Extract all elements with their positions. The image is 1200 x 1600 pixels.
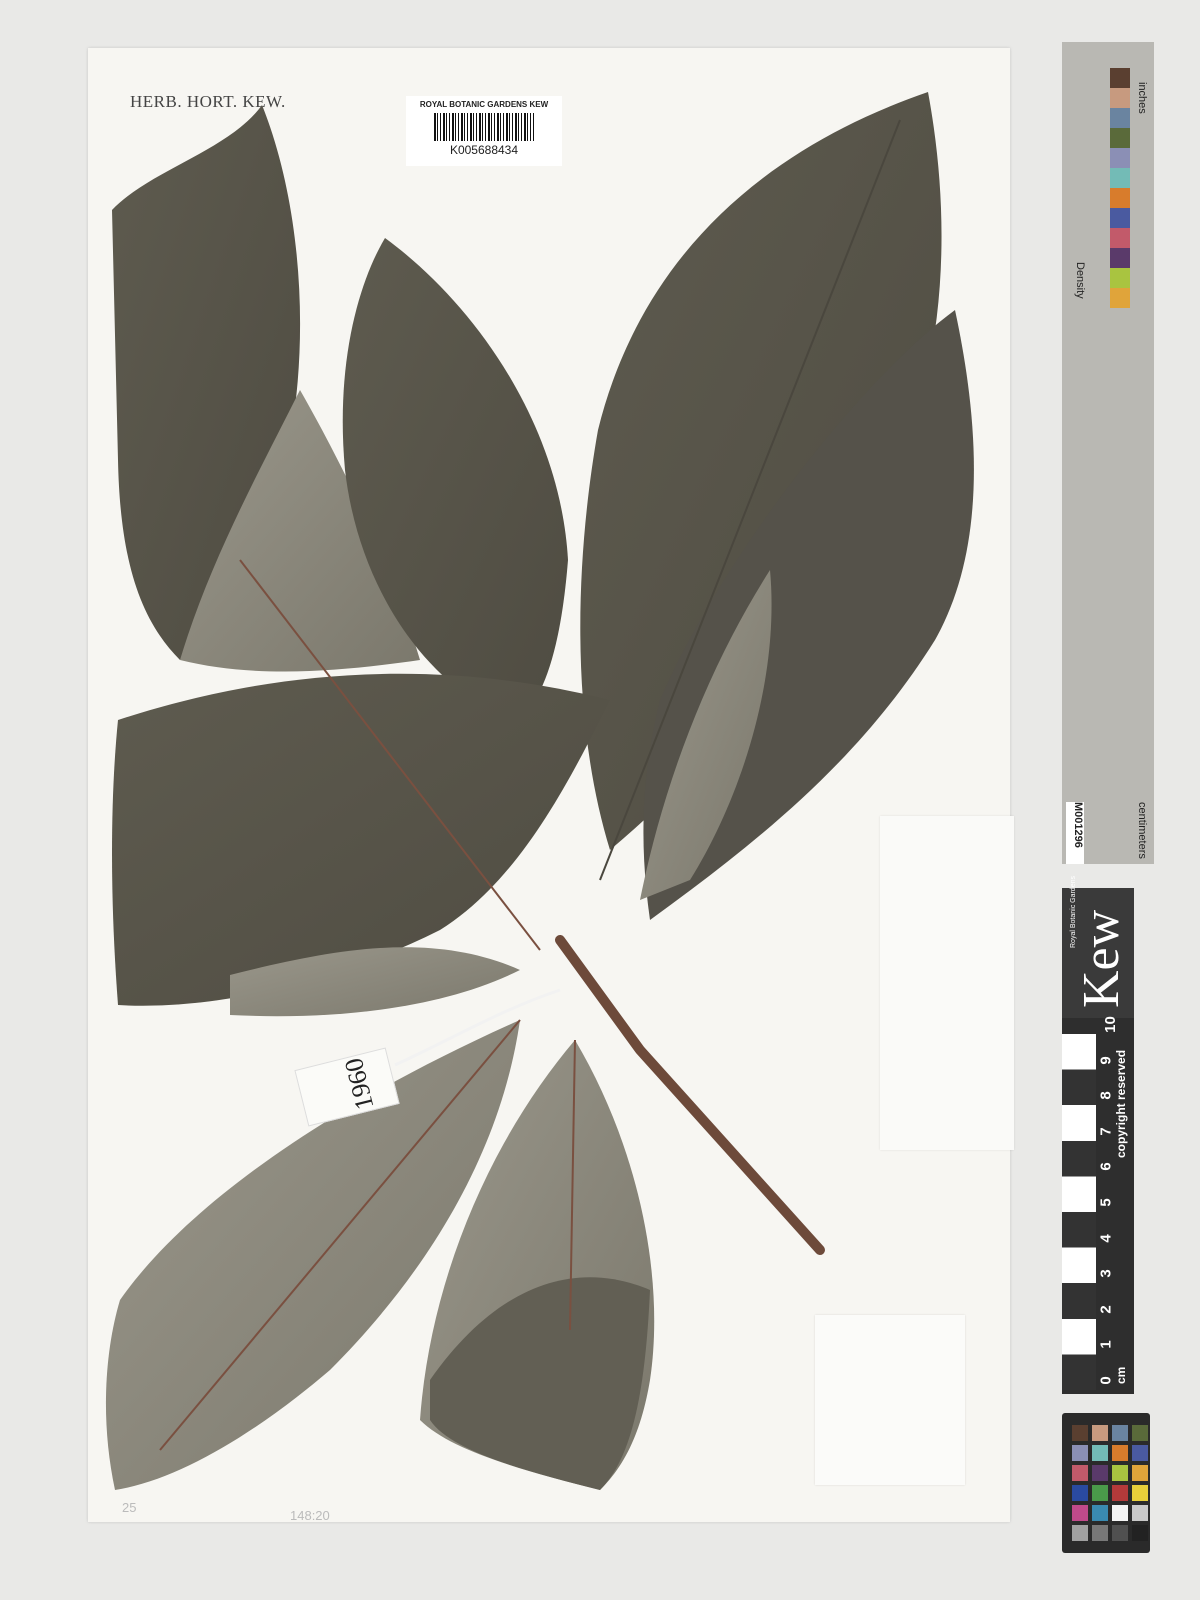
plant-specimen — [105, 92, 974, 1490]
checker-cell — [1072, 1485, 1088, 1501]
strip-patch — [1110, 188, 1130, 208]
checker-cell — [1112, 1445, 1128, 1461]
checker-cell — [1112, 1525, 1128, 1541]
checker-cell — [1092, 1505, 1108, 1521]
checker-cell — [1132, 1525, 1148, 1541]
checker-cell — [1112, 1485, 1128, 1501]
kew-tick-3: 3 — [1097, 1269, 1115, 1278]
kew-tick-2: 2 — [1097, 1305, 1115, 1314]
checker-cell — [1112, 1425, 1128, 1441]
kew-copyright: copyright reserved — [1114, 1049, 1128, 1158]
checker-cell — [1132, 1485, 1148, 1501]
checker-cell — [1072, 1425, 1088, 1441]
strip-cm-label: centimeters — [1136, 802, 1148, 859]
kew-ruler — [1062, 1034, 1096, 1390]
kew-scale-bar: Kew Royal Botanic Gardens copyright rese… — [1062, 876, 1134, 1394]
strip-patch — [1110, 288, 1130, 308]
checker-cell — [1072, 1445, 1088, 1461]
checker-cell — [1132, 1465, 1148, 1481]
pencil-note-left: 25 — [122, 1500, 137, 1515]
strip-patch — [1110, 68, 1130, 88]
strip-inches-label: inches — [1136, 82, 1148, 114]
strip-patch — [1110, 148, 1130, 168]
kew-wordmark: Kew — [1073, 909, 1130, 1008]
checker-cell — [1072, 1505, 1088, 1521]
kew-unit: cm — [1114, 1366, 1128, 1384]
kew-tick-5: 5 — [1097, 1198, 1115, 1207]
checker-cell — [1072, 1525, 1088, 1541]
kew-tick-9: 9 — [1097, 1055, 1115, 1065]
kew-subtitle: Royal Botanic Gardens — [1070, 876, 1077, 948]
seed-packet — [815, 1315, 965, 1485]
strip-patch — [1110, 268, 1130, 288]
checker-cell — [1112, 1505, 1128, 1521]
checker-cell — [1132, 1425, 1148, 1441]
strip-patch — [1110, 208, 1130, 228]
strip-id: M001296 — [1072, 802, 1084, 848]
checker-grid — [1072, 1425, 1148, 1541]
kew-tick-1: 1 — [1097, 1340, 1115, 1350]
checker-cell — [1092, 1525, 1108, 1541]
kew-tick-7: 7 — [1097, 1127, 1115, 1136]
colour-checker — [1062, 1413, 1150, 1553]
strip-patch — [1110, 88, 1130, 108]
checker-cell — [1092, 1465, 1108, 1481]
pencil-note-center: 148:20 — [290, 1508, 330, 1523]
color-scale-strip: inches centimeters Density M001296 — [1062, 42, 1154, 864]
checker-cell — [1092, 1445, 1108, 1461]
checker-cell — [1092, 1425, 1108, 1441]
strip-patch — [1110, 228, 1130, 248]
checker-cell — [1072, 1465, 1088, 1481]
kew-tick-10: 10 — [1101, 1016, 1119, 1033]
strip-patch — [1110, 248, 1130, 268]
kew-tick-4: 4 — [1097, 1233, 1115, 1243]
strip-patch — [1110, 128, 1130, 148]
checker-cell — [1092, 1485, 1108, 1501]
kew-tick-6: 6 — [1097, 1162, 1115, 1172]
fragment-envelope — [880, 816, 1014, 1150]
kew-tick-0: 0 — [1097, 1376, 1115, 1385]
checker-cell — [1132, 1505, 1148, 1521]
checker-cell — [1132, 1445, 1148, 1461]
strip-patch — [1110, 108, 1130, 128]
kew-tick-8: 8 — [1097, 1091, 1115, 1100]
tag-number: 1960 — [338, 1055, 380, 1113]
strip-color-patches — [1110, 68, 1130, 308]
strip-patch — [1110, 168, 1130, 188]
strip-density-label: Density — [1074, 262, 1086, 299]
checker-cell — [1112, 1465, 1128, 1481]
